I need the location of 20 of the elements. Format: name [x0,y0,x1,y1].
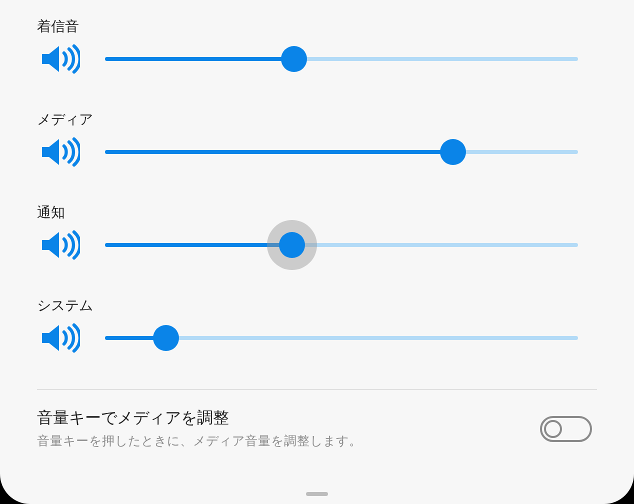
slider-thumb[interactable] [278,232,305,258]
slider-label: 通知 [37,204,65,223]
slider-label: システム [37,297,93,316]
speaker-icon[interactable] [42,230,80,260]
slider-track[interactable] [105,57,578,61]
setting-title: 音量キーでメディアを調整 [37,408,229,429]
slider-track[interactable] [105,243,578,247]
slider-thumb[interactable] [153,325,180,351]
slider-label: メディア [37,111,93,130]
speaker-icon[interactable] [42,137,80,167]
speaker-icon[interactable] [42,44,80,74]
setting-description: 音量キーを押したときに、メディア音量を調整します。 [37,433,362,450]
slider-thumb[interactable] [281,46,308,72]
drag-handle[interactable] [306,492,328,496]
slider-track[interactable] [105,336,578,340]
slider-label: 着信音 [37,18,79,37]
slider-track[interactable] [105,150,578,154]
speaker-icon[interactable] [42,323,80,353]
toggle-switch[interactable] [540,416,592,442]
slider-thumb[interactable] [440,139,466,165]
